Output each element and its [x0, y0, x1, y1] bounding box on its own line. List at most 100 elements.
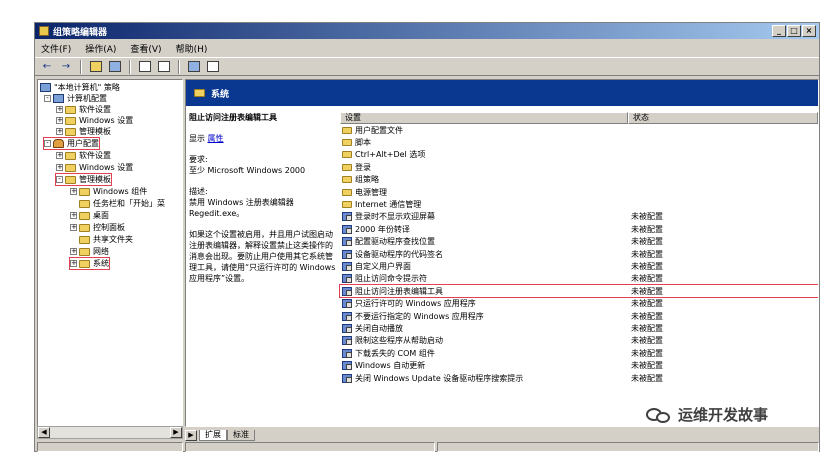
expand-icon[interactable]: +	[70, 188, 77, 195]
column-setting[interactable]: 设置	[340, 112, 628, 124]
scroll-right-icon[interactable]: ▶	[170, 427, 182, 438]
list-item-policy[interactable]: 2000 年份转译 未被配置	[340, 223, 818, 235]
list-item-policy[interactable]: 不要运行指定的 Windows 应用程序 未被配置	[340, 310, 818, 322]
menu-help[interactable]: 帮助(H)	[176, 42, 208, 55]
maximize-button[interactable]: □	[787, 25, 801, 37]
toolbar: ← →	[35, 57, 819, 76]
status-cell	[37, 442, 183, 452]
list-item-policy[interactable]: 关闭 Windows Update 设备驱动程序搜索提示 未被配置	[340, 372, 818, 384]
tree-system[interactable]: + 系统	[69, 257, 110, 270]
minimize-button[interactable]: _	[772, 25, 786, 37]
folder-icon	[79, 259, 90, 268]
policy-setting-icon	[342, 299, 352, 309]
column-state[interactable]: 状态	[628, 112, 818, 124]
close-button[interactable]: ×	[802, 25, 816, 37]
list-item-folder[interactable]: 脚本	[340, 136, 818, 148]
list-item-policy[interactable]: 阻止访问命令提示符 未被配置	[340, 273, 818, 285]
forward-arrow-icon[interactable]: →	[58, 59, 74, 74]
expand-icon[interactable]: +	[56, 117, 63, 124]
collapse-icon[interactable]: -	[56, 176, 63, 183]
scroll-left-icon[interactable]: ◀	[38, 427, 50, 438]
tab-extended[interactable]: 扩展	[199, 430, 227, 441]
expand-icon[interactable]: +	[56, 106, 63, 113]
list-item-policy[interactable]: 限制这些程序从帮助启动 未被配置	[340, 335, 818, 347]
tree-cc-windows[interactable]: + Windows 设置	[56, 115, 133, 126]
expand-icon[interactable]: +	[56, 164, 63, 171]
toolbar-separator	[129, 59, 131, 74]
tree-shared-folders[interactable]: 共享文件夹	[79, 234, 133, 245]
list-item-folder[interactable]: 电源管理	[340, 186, 818, 198]
folder-icon	[65, 116, 76, 125]
tree-root[interactable]: "本地计算机" 策略	[40, 82, 120, 93]
policy-setting-icon	[342, 261, 352, 271]
policy-setting-icon	[342, 348, 352, 358]
tree-uc-software[interactable]: + 软件设置	[56, 150, 111, 161]
list-item-policy[interactable]: 设备驱动程序的代码签名 未被配置	[340, 248, 818, 260]
menu-action[interactable]: 操作(A)	[85, 42, 116, 55]
policy-setting-icon	[342, 224, 352, 234]
list-item-policy[interactable]: 自定义用户界面 未被配置	[340, 260, 818, 272]
title-bar[interactable]: 组策略编辑器 _ □ ×	[35, 23, 819, 39]
folder-icon	[342, 176, 352, 184]
list-item-folder[interactable]: Ctrl+Alt+Del 选项	[340, 149, 818, 161]
tree-cc-software[interactable]: + 软件设置	[56, 104, 111, 115]
list-item-policy[interactable]: 关闭自动播放 未被配置	[340, 322, 818, 334]
properties-link[interactable]: 属性	[208, 134, 224, 143]
tree-control-panel[interactable]: + 控制面板	[70, 222, 125, 233]
list-item-folder[interactable]: 登录	[340, 161, 818, 173]
policy-setting-icon	[342, 286, 352, 296]
list-item-policy-selected[interactable]: 阻止访问注册表编辑工具 未被配置	[339, 284, 818, 299]
policy-setting-icon	[342, 373, 352, 383]
list-item-folder[interactable]: Internet 通信管理	[340, 198, 818, 210]
app-icon	[39, 26, 49, 36]
up-folder-icon[interactable]	[88, 59, 104, 74]
menu-file[interactable]: 文件(F)	[41, 42, 71, 55]
tree-computer-config[interactable]: - 计算机配置	[44, 93, 107, 104]
expand-icon[interactable]: +	[70, 260, 77, 267]
expand-icon[interactable]: +	[70, 212, 77, 219]
export-list-icon[interactable]	[156, 59, 172, 74]
settings-list[interactable]: 设置 状态 用户配置文件 脚本 Ctrl+Alt+Del 选项 登录 组策略 电…	[339, 112, 818, 384]
properties-icon[interactable]	[137, 59, 153, 74]
policy-icon	[40, 83, 51, 92]
tab-standard[interactable]: 标准	[227, 430, 255, 441]
expand-icon[interactable]: +	[70, 224, 77, 231]
expand-icon[interactable]: +	[56, 128, 63, 135]
tree-pane[interactable]: "本地计算机" 策略 - 计算机配置 + 软件设置 + Windows 设置 + 管理模…	[37, 79, 183, 427]
tree-taskbar[interactable]: 任务栏和「开始」菜	[79, 198, 165, 209]
tab-scroll-icon[interactable]: ▶	[185, 430, 197, 441]
list-item-policy[interactable]: 只运行许可的 Windows 应用程序 未被配置	[340, 297, 818, 309]
show-tree-icon[interactable]	[107, 59, 123, 74]
toolbar-separator	[178, 59, 180, 74]
collapse-icon[interactable]: -	[44, 140, 51, 147]
window-title: 组策略编辑器	[53, 27, 108, 38]
menu-view[interactable]: 查看(V)	[130, 42, 161, 55]
folder-icon	[79, 247, 90, 256]
list-item-policy[interactable]: 配置驱动程序查找位置 未被配置	[340, 236, 818, 248]
expand-icon[interactable]: +	[70, 248, 77, 255]
tree-uc-admin[interactable]: - 管理模板	[55, 173, 112, 186]
wechat-logo-icon	[646, 405, 672, 425]
expand-icon[interactable]: +	[56, 152, 63, 159]
list-item-policy[interactable]: 下载丢失的 COM 组件 未被配置	[340, 347, 818, 359]
help-icon[interactable]	[186, 59, 202, 74]
menu-bar: 文件(F) 操作(A) 查看(V) 帮助(H)	[35, 40, 819, 57]
list-item-policy[interactable]: 登录时不显示欢迎屏幕 未被配置	[340, 211, 818, 223]
tree-uc-windows[interactable]: + Windows 设置	[56, 162, 133, 173]
tree-horizontal-scrollbar[interactable]: ◀ ▶	[37, 426, 183, 439]
back-arrow-icon[interactable]: ←	[39, 59, 55, 74]
tree-cc-admin[interactable]: + 管理模板	[56, 126, 111, 137]
description: 描述: 禁用 Windows 注册表编辑器 Regedit.exe。	[189, 187, 294, 218]
list-item-policy[interactable]: Windows 自动更新 未被配置	[340, 359, 818, 371]
collapse-icon[interactable]: -	[44, 95, 51, 102]
console-icon[interactable]	[205, 59, 221, 74]
tree-network[interactable]: + 网络	[70, 246, 109, 257]
list-item-folder[interactable]: 组策略	[340, 174, 818, 186]
tree-desktop[interactable]: + 桌面	[70, 210, 109, 221]
list-item-folder[interactable]: 用户配置文件	[340, 124, 818, 136]
folder-icon	[194, 89, 205, 97]
tree-win-components[interactable]: + Windows 组件	[70, 186, 147, 197]
toolbar-separator	[80, 59, 82, 74]
tree-user-config[interactable]: - 用户配置	[43, 137, 100, 150]
requirements: 要求: 至少 Microsoft Windows 2000	[189, 155, 306, 175]
